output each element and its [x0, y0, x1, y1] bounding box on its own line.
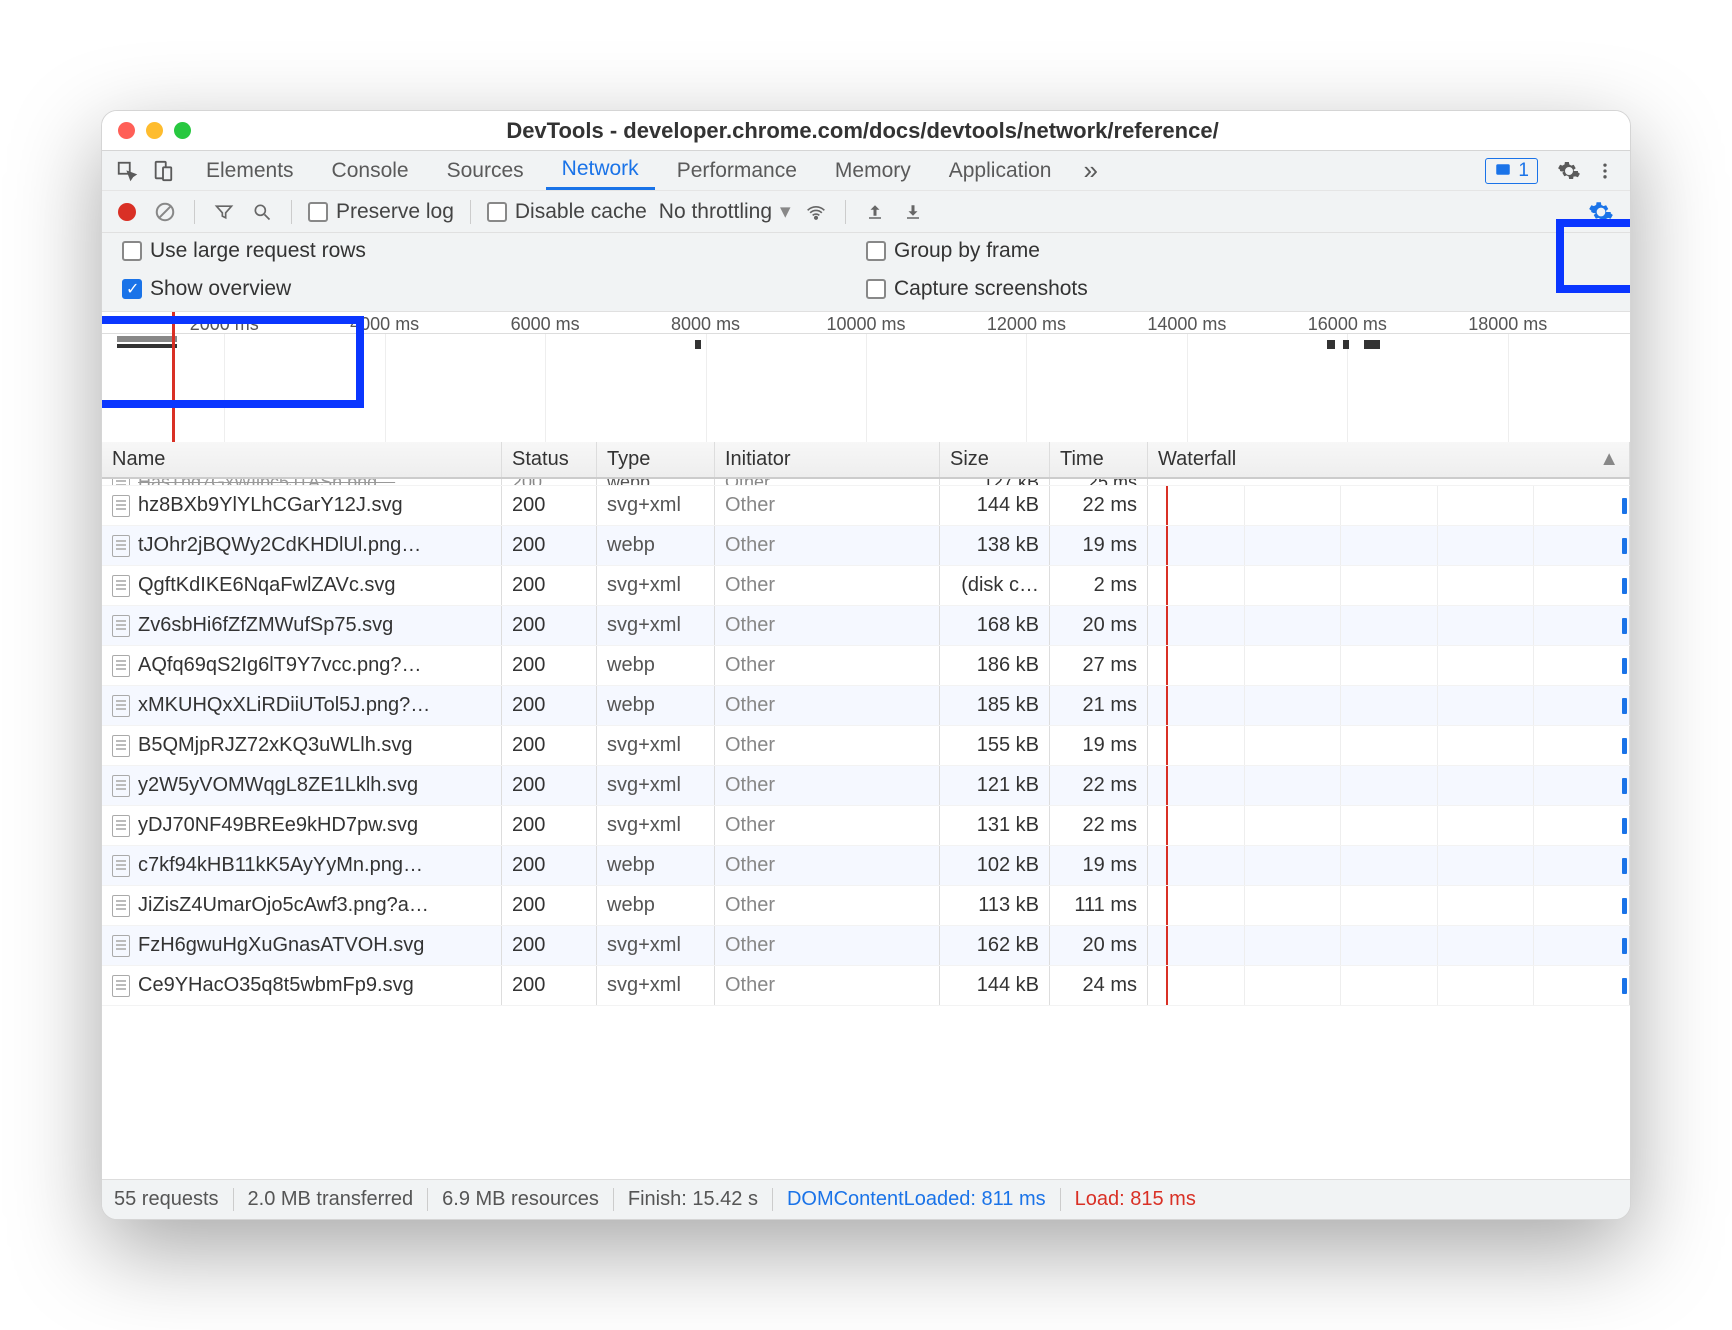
tick: 12000 ms [987, 314, 1066, 335]
issues-count: 1 [1518, 160, 1529, 182]
file-icon [112, 575, 130, 597]
devtools-window: DevTools - developer.chrome.com/docs/dev… [101, 110, 1631, 1220]
file-icon [112, 535, 130, 557]
footer-load: Load: 815 ms [1061, 1188, 1210, 1211]
device-toggle-icon[interactable] [148, 156, 178, 186]
table-row[interactable]: HasTnd7GxWIipc5J1ASh.png… 200 webp Other… [102, 478, 1630, 486]
table-row[interactable]: xMKUHQxXLiRDiiUTol5J.png?…200webpOther18… [102, 686, 1630, 726]
table-row[interactable]: FzH6gwuHgXuGnasATVOH.svg200svg+xmlOther1… [102, 926, 1630, 966]
record-icon[interactable] [114, 199, 140, 225]
file-icon [112, 975, 130, 997]
network-settings-icon[interactable] [1588, 199, 1614, 225]
filter-icon[interactable] [211, 199, 237, 225]
table-row[interactable]: JiZisZ4UmarOjo5cAwf3.png?a…200webpOther1… [102, 886, 1630, 926]
preserve-log-checkbox[interactable]: Preserve log [308, 200, 454, 224]
tab-console[interactable]: Console [316, 153, 425, 189]
table-row[interactable]: hz8BXb9YlYLhCGarY12J.svg200svg+xmlOther1… [102, 486, 1630, 526]
download-har-icon[interactable] [900, 199, 926, 225]
clear-icon[interactable] [152, 199, 178, 225]
table-row[interactable]: tJOhr2jBQWy2CdKHDlUl.png…200webpOther138… [102, 526, 1630, 566]
file-icon [112, 775, 130, 797]
file-icon [112, 695, 130, 717]
tick: 6000 ms [511, 314, 580, 335]
inspect-icon[interactable] [112, 156, 142, 186]
network-settings-panel: Use large request rows Show overview Gro… [102, 233, 1630, 312]
table-row[interactable]: Ce9YHacO35q8t5wbmFp9.svg200svg+xmlOther1… [102, 966, 1630, 1006]
tick: 10000 ms [826, 314, 905, 335]
table-row[interactable]: B5QMjpRJZ72xKQ3uWLlh.svg200svg+xmlOther1… [102, 726, 1630, 766]
col-name[interactable]: Name [102, 442, 502, 477]
tab-network[interactable]: Network [546, 151, 655, 190]
file-icon [112, 615, 130, 637]
tick: 18000 ms [1468, 314, 1547, 335]
overflow-tabs-icon[interactable]: » [1073, 155, 1107, 186]
capture-screenshots-checkbox[interactable]: Capture screenshots [866, 277, 1610, 301]
issues-badge[interactable]: 1 [1485, 158, 1538, 184]
window-title: DevTools - developer.chrome.com/docs/dev… [191, 118, 1534, 144]
minimize-window[interactable] [146, 122, 163, 139]
col-status[interactable]: Status [502, 442, 597, 477]
table-row[interactable]: y2W5yVOMWqgL8ZE1Lklh.svg200svg+xmlOther1… [102, 766, 1630, 806]
footer-requests: 55 requests [114, 1188, 234, 1211]
network-conditions-icon[interactable] [803, 199, 829, 225]
table-header: Name Status Type Initiator Size Time Wat… [102, 442, 1630, 478]
tick: 2000 ms [190, 314, 259, 335]
status-bar: 55 requests 2.0 MB transferred 6.9 MB re… [102, 1179, 1630, 1219]
search-icon[interactable] [249, 199, 275, 225]
kebab-menu-icon[interactable] [1590, 156, 1620, 186]
request-table[interactable]: HasTnd7GxWIipc5J1ASh.png… 200 webp Other… [102, 478, 1630, 1179]
panel-tabs: Elements Console Sources Network Perform… [102, 151, 1630, 191]
col-waterfall[interactable]: Waterfall▲ [1148, 442, 1630, 477]
disable-cache-checkbox[interactable]: Disable cache [487, 200, 647, 224]
footer-dcl: DOMContentLoaded: 811 ms [773, 1188, 1061, 1211]
tab-application[interactable]: Application [933, 153, 1068, 189]
footer-resources: 6.9 MB resources [428, 1188, 614, 1211]
tab-memory[interactable]: Memory [819, 153, 927, 189]
footer-transferred: 2.0 MB transferred [234, 1188, 429, 1211]
large-rows-checkbox[interactable]: Use large request rows [122, 239, 866, 263]
tab-performance[interactable]: Performance [661, 153, 813, 189]
table-row[interactable]: yDJ70NF49BREe9kHD7pw.svg200svg+xmlOther1… [102, 806, 1630, 846]
titlebar: DevTools - developer.chrome.com/docs/dev… [102, 111, 1630, 151]
file-icon [112, 935, 130, 957]
footer-finish: Finish: 15.42 s [614, 1188, 773, 1211]
file-icon [112, 815, 130, 837]
file-icon [112, 895, 130, 917]
tick: 14000 ms [1147, 314, 1226, 335]
upload-har-icon[interactable] [862, 199, 888, 225]
tick: 16000 ms [1308, 314, 1387, 335]
maximize-window[interactable] [174, 122, 191, 139]
file-icon [112, 479, 130, 485]
file-icon [112, 735, 130, 757]
col-size[interactable]: Size [940, 442, 1050, 477]
overview-timeline[interactable]: 2000 ms 4000 ms 6000 ms 8000 ms 10000 ms… [102, 312, 1630, 442]
close-window[interactable] [118, 122, 135, 139]
file-icon [112, 855, 130, 877]
group-by-frame-checkbox[interactable]: Group by frame [866, 239, 1610, 263]
table-row[interactable]: c7kf94kHB11kK5AyYyMn.png…200webpOther102… [102, 846, 1630, 886]
col-type[interactable]: Type [597, 442, 715, 477]
settings-gear-icon[interactable] [1554, 156, 1584, 186]
table-row[interactable]: QgftKdIKE6NqaFwlZAVc.svg200svg+xmlOther(… [102, 566, 1630, 606]
show-overview-checkbox[interactable]: Show overview [122, 277, 866, 301]
table-row[interactable]: AQfq69qS2Ig6lT9Y7vcc.png?…200webpOther18… [102, 646, 1630, 686]
network-toolbar: Preserve log Disable cache No throttling… [102, 191, 1630, 233]
tab-sources[interactable]: Sources [431, 153, 540, 189]
tick: 8000 ms [671, 314, 740, 335]
col-time[interactable]: Time [1050, 442, 1148, 477]
throttling-select[interactable]: No throttling▾ [659, 199, 791, 224]
tick: 4000 ms [350, 314, 419, 335]
file-icon [112, 495, 130, 517]
col-initiator[interactable]: Initiator [715, 442, 940, 477]
table-row[interactable]: Zv6sbHi6fZfZMWufSp75.svg200svg+xmlOther1… [102, 606, 1630, 646]
tab-elements[interactable]: Elements [190, 153, 310, 189]
file-icon [112, 655, 130, 677]
